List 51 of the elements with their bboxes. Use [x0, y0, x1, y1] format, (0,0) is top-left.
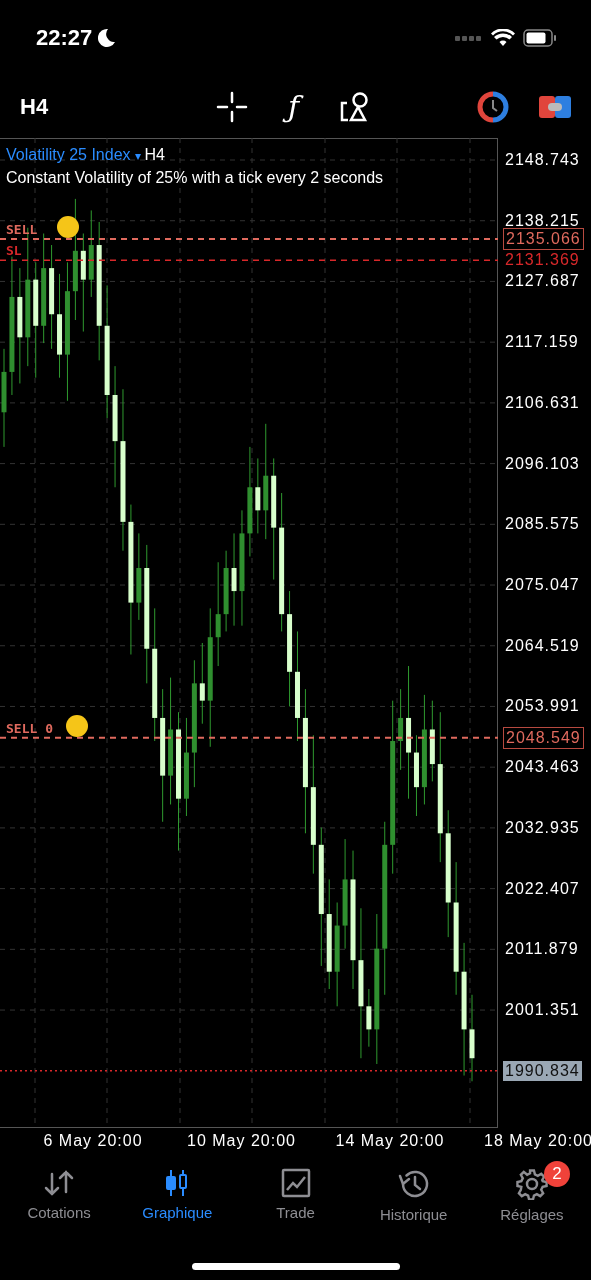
wifi-icon: [491, 29, 515, 47]
time-label: 6 May 20:00: [43, 1132, 143, 1150]
price-label: 2043.463: [504, 757, 581, 778]
timeframe-label[interactable]: H4: [20, 94, 216, 120]
price-label: 2053.991: [504, 696, 581, 717]
time-label: 10 May 20:00: [187, 1132, 296, 1150]
price-label: 2064.519: [504, 635, 581, 656]
settings-icon: [515, 1168, 548, 1200]
tab-item[interactable]: Historique: [354, 1160, 473, 1246]
symbol-name[interactable]: Volatility 25 Index: [6, 146, 131, 163]
price-label: 2148.743: [504, 150, 581, 170]
price-label: 2022.407: [504, 878, 581, 899]
marker-dot: [66, 714, 88, 737]
price-label: 2096.103: [504, 453, 581, 474]
price-label: 2131.369: [504, 250, 581, 271]
candle: [366, 988, 372, 1048]
battery-icon: [523, 29, 557, 47]
price-label: 2085.575: [504, 514, 581, 535]
tab-item[interactable]: Trade: [236, 1160, 355, 1246]
price-label: 2135.066: [503, 227, 584, 250]
clock-time: 22:27: [36, 25, 93, 51]
price-label: 2011.879: [504, 939, 580, 960]
price-label: 2075.047: [504, 575, 581, 596]
price-label: 1990.834: [503, 1060, 582, 1081]
indicators-button[interactable]: ƒ: [282, 86, 306, 128]
price-label: 2106.631: [504, 392, 581, 413]
clock-circle-icon[interactable]: [477, 91, 509, 123]
signal-icon: [455, 34, 483, 42]
history-icon: [396, 1168, 431, 1200]
order-label: SL: [6, 244, 22, 259]
order-label: SELL: [6, 222, 38, 237]
arrows-icon: [43, 1168, 76, 1198]
price-label: 2001.351: [504, 1000, 581, 1021]
order-label: SELL 0: [6, 721, 53, 736]
marker-dot: [57, 215, 79, 238]
tab-item[interactable]: Réglages 2: [472, 1160, 591, 1246]
toggle-icon[interactable]: [539, 94, 571, 120]
chart-timeframe: H4: [144, 146, 165, 163]
crosshair-icon[interactable]: [216, 91, 248, 123]
tab-item[interactable]: Cotations: [0, 1160, 119, 1246]
symbol-description: Constant Volatility of 25% with a tick every 2 seconds: [6, 168, 384, 188]
price-label: 2117.159: [504, 332, 580, 353]
moon-icon: [98, 28, 117, 48]
dropdown-icon[interactable]: ▾: [134, 149, 141, 163]
price-label: 2048.549: [503, 726, 584, 749]
tab-item[interactable]: Graphique: [118, 1160, 237, 1246]
line-chart-icon: [280, 1168, 311, 1198]
notification-badge: 2: [543, 1161, 570, 1187]
price-label: 2127.687: [504, 271, 581, 292]
time-label: 14 May 20:00: [335, 1132, 445, 1150]
price-label: 2032.935: [504, 817, 581, 838]
